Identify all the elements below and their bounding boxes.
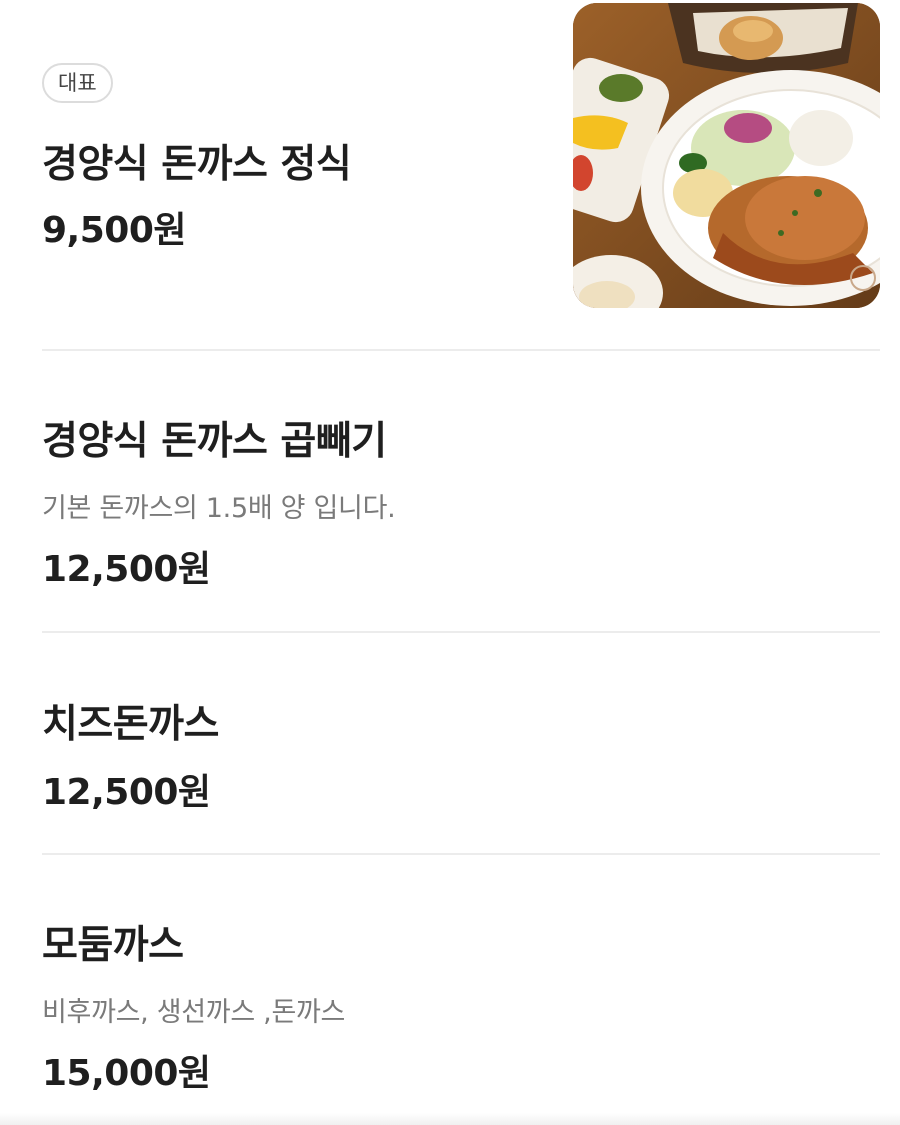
divider (42, 349, 880, 351)
menu-item-price: 12,500원 (42, 772, 211, 813)
bottom-edge (0, 1113, 900, 1125)
menu-item-2[interactable]: 경양식 돈까스 곱빼기 기본 돈까스의 1.5배 양 입니다. 12,500원 (42, 410, 880, 600)
pork-cutlet-plate-photo[interactable] (573, 3, 880, 308)
menu-item-name: 치즈돈까스 (42, 702, 219, 747)
menu-item-name: 경양식 돈까스 곱빼기 (42, 419, 387, 464)
divider (42, 631, 880, 633)
menu-item-name: 모둠까스 (42, 923, 184, 968)
menu-item-price: 12,500원 (42, 549, 211, 590)
menu-item-description: 비후까스, 생선까스 ,돈까스 (42, 997, 346, 1028)
menu-item-name: 경양식 돈까스 정식 (42, 142, 352, 187)
menu-item-price: 15,000원 (42, 1053, 211, 1094)
menu-item-4[interactable]: 모둠까스 비후까스, 생선까스 ,돈까스 15,000원 (42, 914, 880, 1104)
menu-item-description: 기본 돈까스의 1.5배 양 입니다. (42, 493, 396, 524)
menu-item-price: 9,500원 (42, 210, 187, 251)
menu-item-3[interactable]: 치즈돈까스 12,500원 (42, 693, 880, 813)
signature-badge: 대표 (42, 63, 113, 103)
divider (42, 853, 880, 855)
